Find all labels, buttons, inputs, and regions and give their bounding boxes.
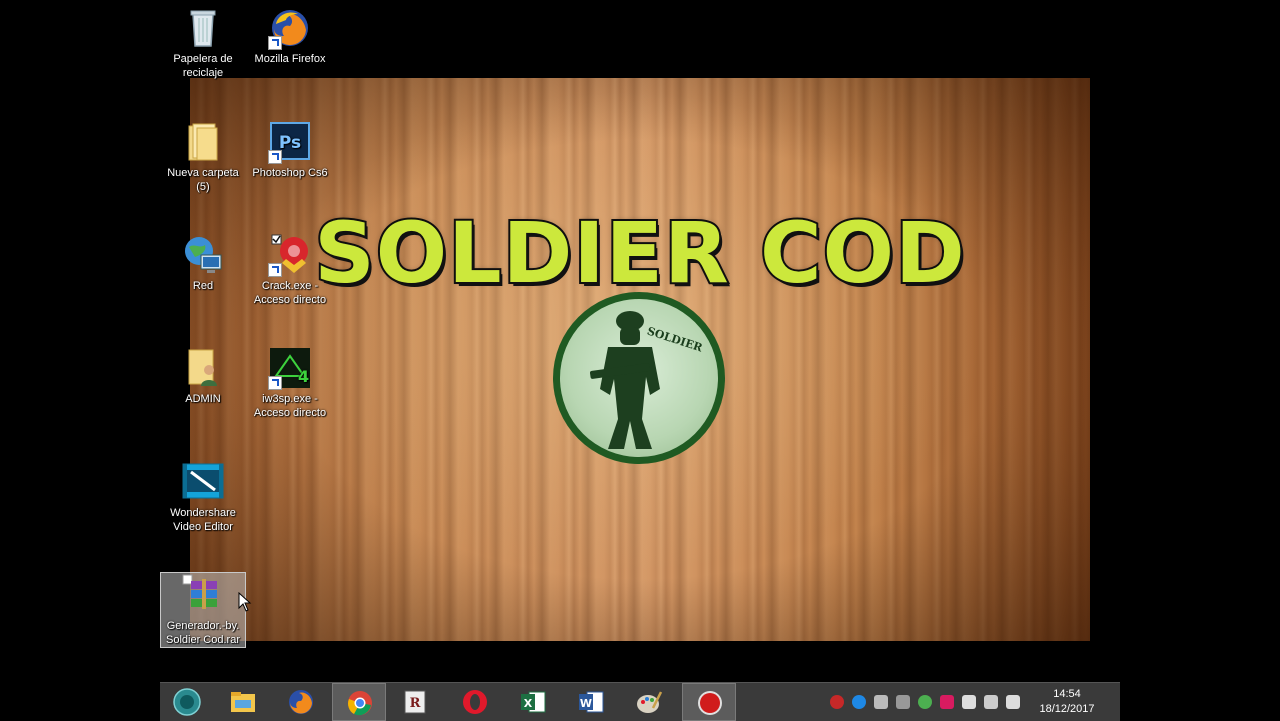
chrome-icon — [348, 691, 372, 716]
video-editor-icon — [181, 460, 225, 504]
desktop-icon-label: Crack.exe - Acceso directo — [253, 280, 327, 306]
svg-text:X: X — [524, 697, 533, 710]
taskbar: R X W 14:54 18/12/2017 — [160, 682, 1120, 721]
taskbar-firefox[interactable] — [274, 683, 328, 721]
taskbar-word[interactable]: W — [564, 683, 618, 721]
svg-text:W: W — [580, 697, 592, 710]
desktop-icon-crack[interactable]: Crack.exe - Acceso directo — [248, 233, 332, 307]
desktop-icon-admin[interactable]: ADMIN — [161, 346, 245, 406]
record-icon — [698, 691, 722, 715]
desktop-icon-recycle-bin[interactable]: Papelera de reciclaje — [161, 6, 245, 80]
taskbar-excel[interactable]: X — [506, 683, 560, 721]
desktop-icon-label: Photoshop Cs6 — [252, 167, 328, 179]
shortcut-arrow-icon — [268, 263, 282, 277]
firefox-icon — [268, 6, 312, 50]
tray-app-icon[interactable] — [896, 695, 910, 709]
system-tray: 14:54 18/12/2017 — [820, 683, 1120, 721]
desktop[interactable]: SOLDIER COD SOLDIER Papelera de reciclaj… — [0, 0, 1280, 721]
desktop-icon-rar[interactable]: Generador.-by. Soldier Cod.rar — [160, 572, 246, 648]
desktop-icon-network[interactable]: Red — [161, 233, 245, 293]
taskbar-paint[interactable] — [622, 683, 676, 721]
excel-icon: X — [521, 691, 546, 713]
user-folder-icon — [181, 346, 225, 390]
tray-r-icon[interactable] — [830, 695, 844, 709]
desktop-icon-folder[interactable]: Nueva carpeta (5) — [161, 120, 245, 194]
paint-icon — [637, 691, 663, 713]
desktop-icon-label: Generador.-by. Soldier Cod.rar — [166, 620, 240, 646]
desktop-icon-firefox[interactable]: Mozilla Firefox — [248, 6, 332, 66]
cod4-icon: 4 — [268, 346, 312, 390]
folder-icon — [181, 120, 225, 164]
network-icon — [181, 233, 225, 277]
soldier-emblem: SOLDIER — [553, 292, 725, 464]
winrar-icon: R — [404, 690, 426, 714]
flag-icon[interactable] — [962, 695, 976, 709]
desktop-icon-label: ADMIN — [185, 393, 221, 405]
winrar-archive-icon — [181, 573, 225, 617]
taskbar-recorder[interactable] — [682, 683, 736, 721]
desktop-icon-iw3sp[interactable]: 4 iw3sp.exe - Acceso directo — [248, 346, 332, 420]
shortcut-arrow-icon — [268, 150, 282, 164]
desktop-icon-label: Mozilla Firefox — [254, 53, 326, 65]
desktop-icon-label: iw3sp.exe - Acceso directo — [253, 393, 327, 419]
shortcut-arrow-icon — [268, 36, 282, 50]
file-explorer-icon — [231, 692, 255, 712]
desktop-icon-label: Papelera de reciclaje — [173, 53, 233, 79]
soldier-silhouette-icon — [589, 311, 660, 449]
desktop-icon-label: Red — [192, 280, 214, 292]
desktop-icon-photoshop[interactable]: Ps Photoshop Cs6 — [248, 120, 332, 180]
tray-chrome-icon[interactable] — [918, 695, 932, 709]
network-tray-icon[interactable] — [984, 695, 998, 709]
svg-text:4: 4 — [298, 367, 309, 386]
clock-date: 18/12/2017 — [1039, 703, 1095, 715]
desktop-icon-label: Wondershare Video Editor — [170, 507, 236, 533]
word-icon: W — [579, 691, 604, 713]
taskbar-chrome[interactable] — [332, 683, 386, 721]
volume-icon[interactable] — [1006, 695, 1020, 709]
desktop-icon-label: Nueva carpeta (5) — [167, 167, 239, 193]
desktop-icon-wondershare[interactable]: Wondershare Video Editor — [161, 460, 245, 534]
start-button[interactable] — [160, 683, 214, 721]
clock-time: 14:54 — [1053, 688, 1081, 700]
tray-mega-icon[interactable] — [940, 695, 954, 709]
taskbar-file-explorer[interactable] — [216, 683, 270, 721]
svg-text:Ps: Ps — [279, 133, 301, 153]
crack-icon — [268, 233, 312, 277]
taskbar-opera[interactable] — [448, 683, 502, 721]
opera-icon — [463, 690, 487, 714]
photoshop-icon: Ps — [268, 120, 312, 164]
taskbar-winrar[interactable]: R — [388, 683, 442, 721]
firefox-icon — [289, 690, 313, 714]
tray-sync-icon[interactable] — [852, 695, 866, 709]
tray-tool-icon[interactable] — [874, 695, 888, 709]
shortcut-arrow-icon — [268, 376, 282, 390]
recycle-bin-icon — [181, 6, 225, 50]
svg-text:R: R — [410, 696, 421, 711]
start-orb-icon — [173, 688, 201, 716]
clock[interactable]: 14:54 18/12/2017 — [1022, 687, 1112, 717]
